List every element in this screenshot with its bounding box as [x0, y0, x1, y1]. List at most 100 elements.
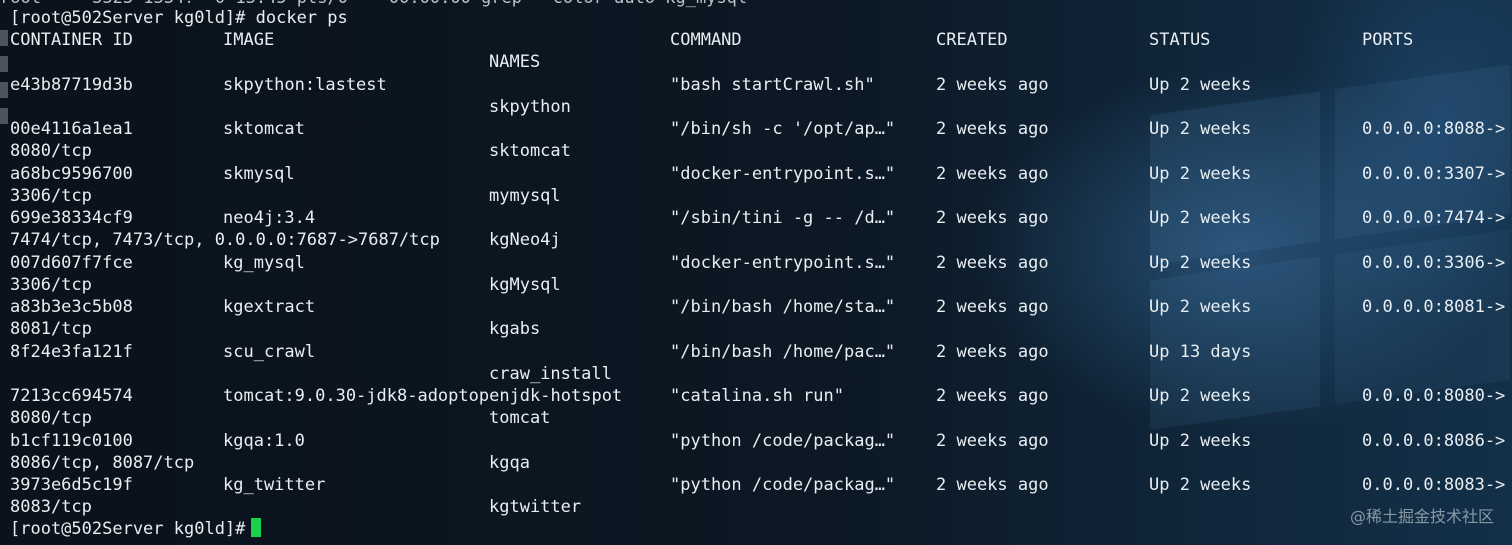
- header-command: COMMAND: [670, 30, 742, 50]
- created: 2 weeks ago: [936, 341, 1049, 362]
- created: 2 weeks ago: [936, 252, 1049, 273]
- table-row-continuation: 7474/tcp, 7473/tcp, 0.0.0.0:7687->7687/t…: [0, 229, 1512, 251]
- header-ports: PORTS: [1362, 30, 1414, 50]
- created: 2 weeks ago: [936, 74, 1049, 95]
- table-row-continuation: craw_install: [0, 363, 1512, 385]
- table-row-continuation: skpython: [0, 96, 1512, 118]
- created: 2 weeks ago: [936, 163, 1049, 184]
- status: Up 2 weeks: [1149, 119, 1252, 139]
- image-name: skpython:lastest: [223, 74, 387, 95]
- table-header-names: NAMES: [0, 51, 1512, 73]
- terminal-cursor: [251, 518, 262, 537]
- ports: 0.0.0.0:3307->: [1362, 163, 1506, 184]
- table-row: b1cf119c0100 kgqa:1.0 "python /code/packag…: [0, 430, 1512, 452]
- table-row-continuation: 3306/tcp mymysql: [0, 185, 1512, 207]
- container-id: 7213cc694574: [10, 386, 133, 406]
- ports-continuation: 8080/tcp: [10, 408, 92, 429]
- prompt-text: [root@502Server kg0ld]#: [10, 518, 262, 540]
- header-container-id: CONTAINER ID: [10, 30, 133, 50]
- container-id: 3973e6d5c19f: [10, 475, 133, 495]
- command: "python /code/packag…": [670, 475, 896, 495]
- status: Up 2 weeks: [1149, 163, 1252, 184]
- ports-continuation: 8086/tcp, 8087/tcp: [10, 452, 195, 473]
- created: 2 weeks ago: [936, 386, 1049, 406]
- image-name: sktomcat: [223, 119, 305, 139]
- table-row-continuation: 8080/tcp tomcat: [0, 407, 1512, 429]
- table-row-continuation: 8086/tcp, 8087/tcp kgqa: [0, 452, 1512, 474]
- container-id: a68bc9596700: [10, 163, 133, 184]
- table-row: 7213cc694574 tomcat:9.0.30-jdk8-adoptopen…: [0, 385, 1512, 407]
- created: 2 weeks ago: [936, 430, 1049, 451]
- prompt-line-top: [root@502Server kg0ld]# docker ps: [0, 7, 1512, 29]
- table-row-continuation: 8081/tcp kgabs: [0, 318, 1512, 340]
- command: "/sbin/tini -g -- /d…": [670, 208, 896, 228]
- status: Up 2 weeks: [1149, 297, 1252, 317]
- header-created: CREATED: [936, 30, 1008, 50]
- table-row: 007d607f7fce kg_mysql "docker-entrypoint.s…: [0, 252, 1512, 274]
- container-name: kgNeo4j: [489, 230, 561, 251]
- container-id: 8f24e3fa121f: [10, 341, 133, 362]
- table-header: CONTAINER ID IMAGE COMMAND CREATED STATU…: [0, 29, 1512, 51]
- ports-continuation: 7474/tcp, 7473/tcp, 0.0.0.0:7687->7687/t…: [10, 230, 440, 251]
- ports-continuation: 3306/tcp: [10, 274, 92, 295]
- container-id: 00e4116a1ea1: [10, 119, 133, 139]
- container-name: kgtwitter: [489, 497, 582, 518]
- container-name: sktomcat: [489, 141, 571, 162]
- command: "/bin/bash /home/sta…": [670, 297, 896, 317]
- table-row: a68bc9596700 skmysql "docker-entrypoint.s……: [0, 163, 1512, 185]
- ports: 0.0.0.0:8080->: [1362, 386, 1506, 406]
- watermark: @稀土掘金技术社区: [1349, 507, 1494, 526]
- header-status: STATUS: [1149, 30, 1211, 50]
- created: 2 weeks ago: [936, 297, 1049, 317]
- status: Up 13 days: [1149, 341, 1252, 362]
- table-row: e43b87719d3b skpython:lastest "bash startC…: [0, 74, 1512, 96]
- container-name: kgqa: [489, 452, 530, 473]
- ports: 0.0.0.0:7474->: [1362, 208, 1506, 228]
- container-name: kgabs: [489, 319, 541, 340]
- ports-continuation: 8080/tcp: [10, 141, 92, 162]
- table-row: a83b3e3c5b08 kgextract "/bin/bash /home/st…: [0, 296, 1512, 318]
- status: Up 2 weeks: [1149, 475, 1252, 495]
- status: Up 2 weeks: [1149, 430, 1252, 451]
- status: Up 2 weeks: [1149, 252, 1252, 273]
- container-name: craw_install: [489, 363, 612, 384]
- image-name: neo4j:3.4: [223, 208, 316, 228]
- ports: 0.0.0.0:8086->: [1362, 430, 1506, 451]
- ports: 0.0.0.0:8081->: [1362, 297, 1506, 317]
- status: Up 2 weeks: [1149, 208, 1252, 228]
- prompt-line-bottom[interactable]: [root@502Server kg0ld]#: [0, 518, 1512, 540]
- image-name: kgextract: [223, 297, 316, 317]
- prompt-command: [root@502Server kg0ld]# docker ps: [10, 8, 348, 28]
- table-row-continuation: 8080/tcp sktomcat: [0, 140, 1512, 162]
- image-name: tomcat:9.0.30-jdk8-adoptopenjdk-hotspot: [223, 386, 623, 406]
- command: "docker-entrypoint.s…": [670, 163, 896, 184]
- created: 2 weeks ago: [936, 475, 1049, 495]
- command: "bash startCrawl.sh": [670, 74, 875, 95]
- container-id: e43b87719d3b: [10, 74, 133, 95]
- created: 2 weeks ago: [936, 119, 1049, 139]
- terminal-window[interactable]: root 3323 1334? 0 13:45 pts/0 00:00:00 g…: [0, 0, 1512, 545]
- command: "/bin/sh -c '/opt/ap…": [670, 119, 896, 139]
- container-id: a83b3e3c5b08: [10, 297, 133, 317]
- command: "docker-entrypoint.s…": [670, 252, 896, 273]
- ports-continuation: 8081/tcp: [10, 319, 92, 340]
- table-row: 8f24e3fa121f scu_crawl "/bin/bash /home/pa…: [0, 341, 1512, 363]
- status: Up 2 weeks: [1149, 74, 1252, 95]
- ports-continuation: 3306/tcp: [10, 185, 92, 206]
- container-name: kgMysql: [489, 274, 561, 295]
- table-row-continuation: 3306/tcp kgMysql: [0, 274, 1512, 296]
- image-name: scu_crawl: [223, 341, 316, 362]
- ports: 0.0.0.0:3306->: [1362, 252, 1506, 273]
- container-name: mymysql: [489, 185, 561, 206]
- table-row: 699e38334cf9 neo4j:3.4 "/sbin/tini -g -- /…: [0, 207, 1512, 229]
- image-name: kgqa:1.0: [223, 430, 305, 451]
- image-name: kg_twitter: [223, 475, 326, 495]
- status: Up 2 weeks: [1149, 386, 1252, 406]
- ports: 0.0.0.0:8088->: [1362, 119, 1506, 139]
- container-name: tomcat: [489, 408, 551, 429]
- header-image: IMAGE: [223, 30, 275, 50]
- container-id: 699e38334cf9: [10, 208, 133, 228]
- command: "/bin/bash /home/pac…": [670, 341, 896, 362]
- ports-continuation: 8083/tcp: [10, 497, 92, 518]
- container-name: skpython: [489, 96, 571, 117]
